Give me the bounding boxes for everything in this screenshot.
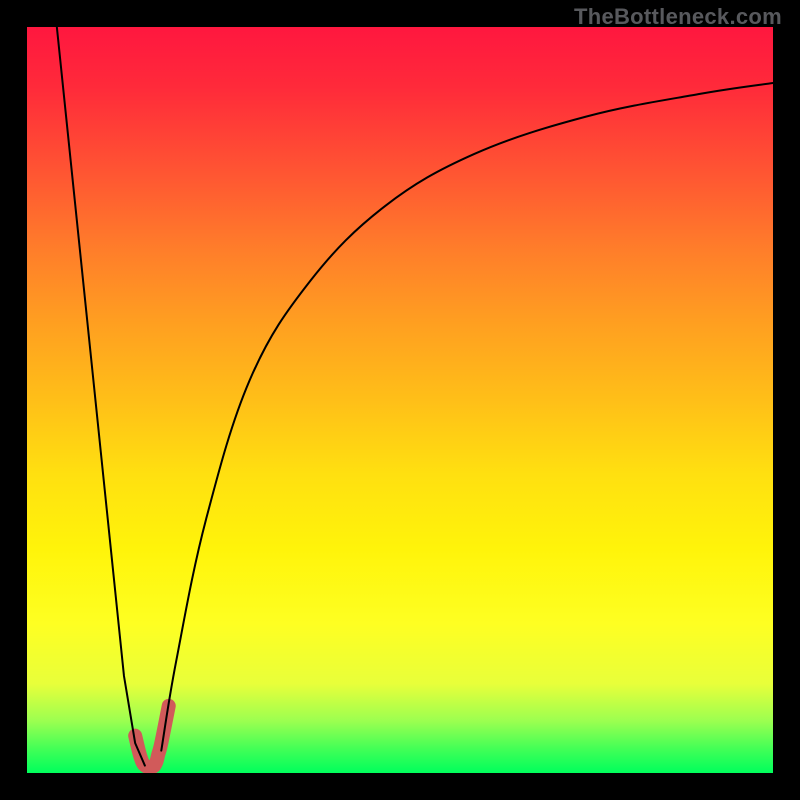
watermark-text: TheBottleneck.com [574, 4, 782, 30]
series-left-branch [57, 27, 145, 766]
plot-area [27, 27, 773, 773]
chart-svg [27, 27, 773, 773]
chart-frame: TheBottleneck.com [0, 0, 800, 800]
series-right-branch [161, 83, 773, 751]
